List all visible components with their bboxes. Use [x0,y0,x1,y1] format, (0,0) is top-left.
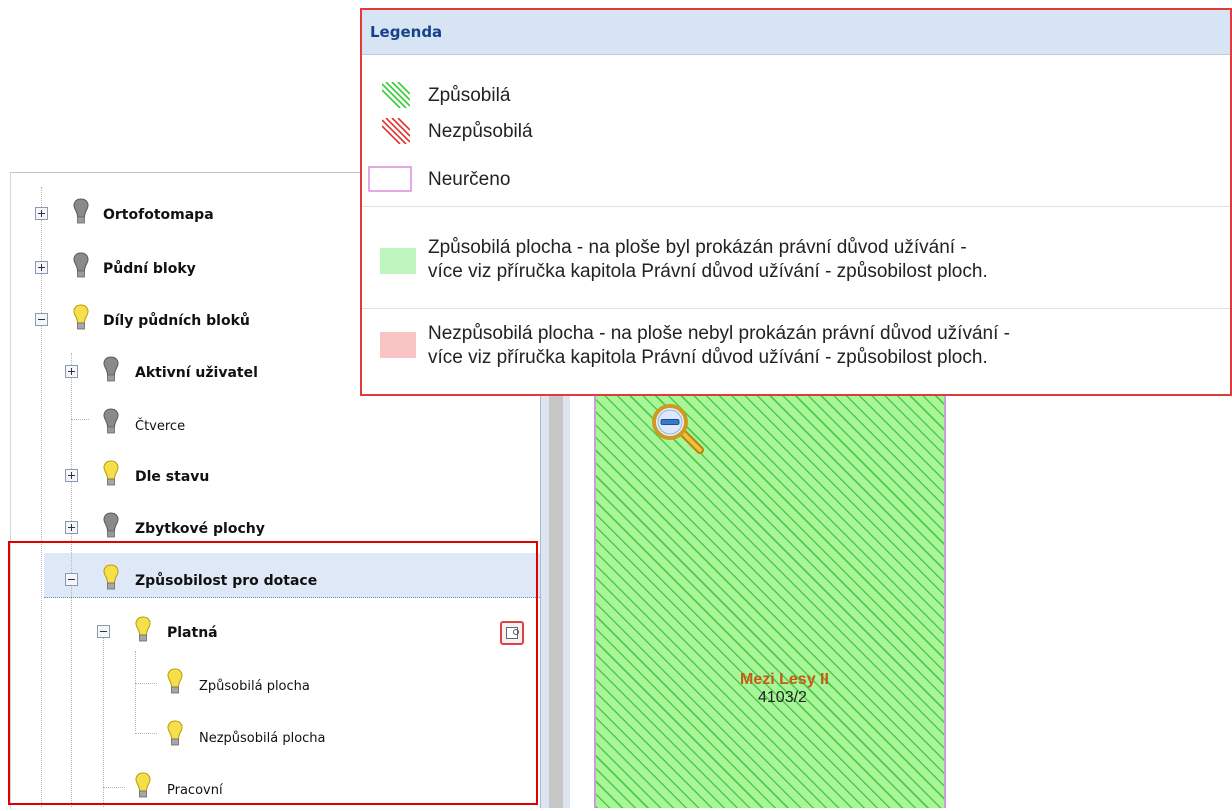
tree-node-label: Aktivní uživatel [135,365,258,381]
tree-node-ctverce[interactable]: Čtverce [11,403,531,447]
lightbulb-off-icon[interactable] [101,511,121,541]
tree-node-label: Ortofotomapa [103,207,214,223]
expand-icon[interactable] [35,261,48,274]
tree-node-label: Pracovní [167,783,223,798]
legend-title: Legenda [362,10,1230,55]
legend-description-zpusobila: Způsobilá plocha - na ploše byl prokázán… [428,236,988,284]
tree-node-platna[interactable]: Platná [11,611,531,655]
green-hatch-swatch-icon [382,82,410,108]
legend-divider [362,308,1230,309]
lightbulb-on-icon[interactable] [165,719,185,749]
legend-description-line: Nezpůsobilá plocha - na ploše nebyl prok… [428,323,1010,344]
legend-entry-neurceno: Neurčeno [362,166,1222,196]
tree-node-zpusobilost-pro-dotace[interactable]: Způsobilost pro dotace [11,559,531,603]
legend-description-line: více viz příručka kapitola Právní důvod … [428,261,988,282]
legend-entry-label: Neurčeno [428,169,511,190]
legend-entry-label: Nezpůsobilá [428,121,533,142]
lightbulb-on-icon[interactable] [71,303,91,333]
outline-swatch-icon [368,166,412,192]
expand-icon[interactable] [35,207,48,220]
legend-divider [362,206,1230,207]
collapse-icon[interactable] [35,313,48,326]
expand-icon[interactable] [65,469,78,482]
legend-description-line: Způsobilá plocha - na ploše byl prokázán… [428,237,967,258]
red-hatch-swatch-icon [382,118,410,144]
expand-icon[interactable] [65,365,78,378]
legend-entry-zpusobila: Způsobilá [362,82,1222,112]
lightbulb-on-icon[interactable] [101,459,121,489]
tree-node-label: Nezpůsobilá plocha [199,731,326,746]
parcel-name-label: Mezi Lesy II [740,671,829,688]
legend-description-nezpusobila: Nezpůsobilá plocha - na ploše nebyl prok… [428,322,1010,370]
tree-node-zpusobila-plocha[interactable]: Způsobilá plocha [11,663,531,707]
tree-node-pracovni[interactable]: Pracovní [11,767,531,811]
collapse-icon[interactable] [97,625,110,638]
tree-node-nezpusobila-plocha[interactable]: Nezpůsobilá plocha [11,715,531,759]
tree-node-label: Způsobilost pro dotace [135,573,318,589]
legend-entry-label: Způsobilá [428,85,511,106]
lightbulb-on-icon[interactable] [133,615,153,645]
legend-popup: Legenda Způsobilá Nezpůsobilá Neurčeno Z… [360,8,1232,396]
lightbulb-off-icon[interactable] [101,355,121,385]
legend-toggle-button[interactable] [500,621,524,645]
tree-node-dle-stavu[interactable]: Dle stavu [11,455,531,499]
legend-entry-nezpusobila: Nezpůsobilá [362,118,1222,148]
tree-node-label: Zbytkové plochy [135,521,265,537]
lightbulb-off-icon[interactable] [101,407,121,437]
tree-node-label: Platná [167,625,218,641]
parcel-polygon[interactable] [594,368,946,808]
panel-splitter[interactable] [540,368,571,808]
splitter-handle[interactable] [549,368,563,808]
lightbulb-on-icon[interactable] [165,667,185,697]
parcel-number-label: 4103/2 [758,689,807,706]
lightbulb-off-icon[interactable] [71,251,91,281]
collapse-icon[interactable] [65,573,78,586]
expand-icon[interactable] [65,521,78,534]
red-fill-swatch-icon [380,332,416,358]
legend-description-line: více viz příručka kapitola Právní důvod … [428,347,988,368]
tree-node-label: Dle stavu [135,469,210,485]
zoom-out-icon[interactable] [650,402,706,454]
lightbulb-on-icon[interactable] [101,563,121,593]
lightbulb-on-icon[interactable] [133,771,153,801]
tree-node-zbytkove-plochy[interactable]: Zbytkové plochy [11,507,531,551]
tree-node-label: Způsobilá plocha [199,679,310,694]
tree-node-label: Díly půdních bloků [103,313,250,329]
lightbulb-off-icon[interactable] [71,197,91,227]
tree-node-label: Čtverce [135,419,186,434]
map-view[interactable]: Mezi Lesy II 4103/2 [570,368,1232,808]
tree-node-label: Půdní bloky [103,261,196,277]
green-fill-swatch-icon [380,248,416,274]
